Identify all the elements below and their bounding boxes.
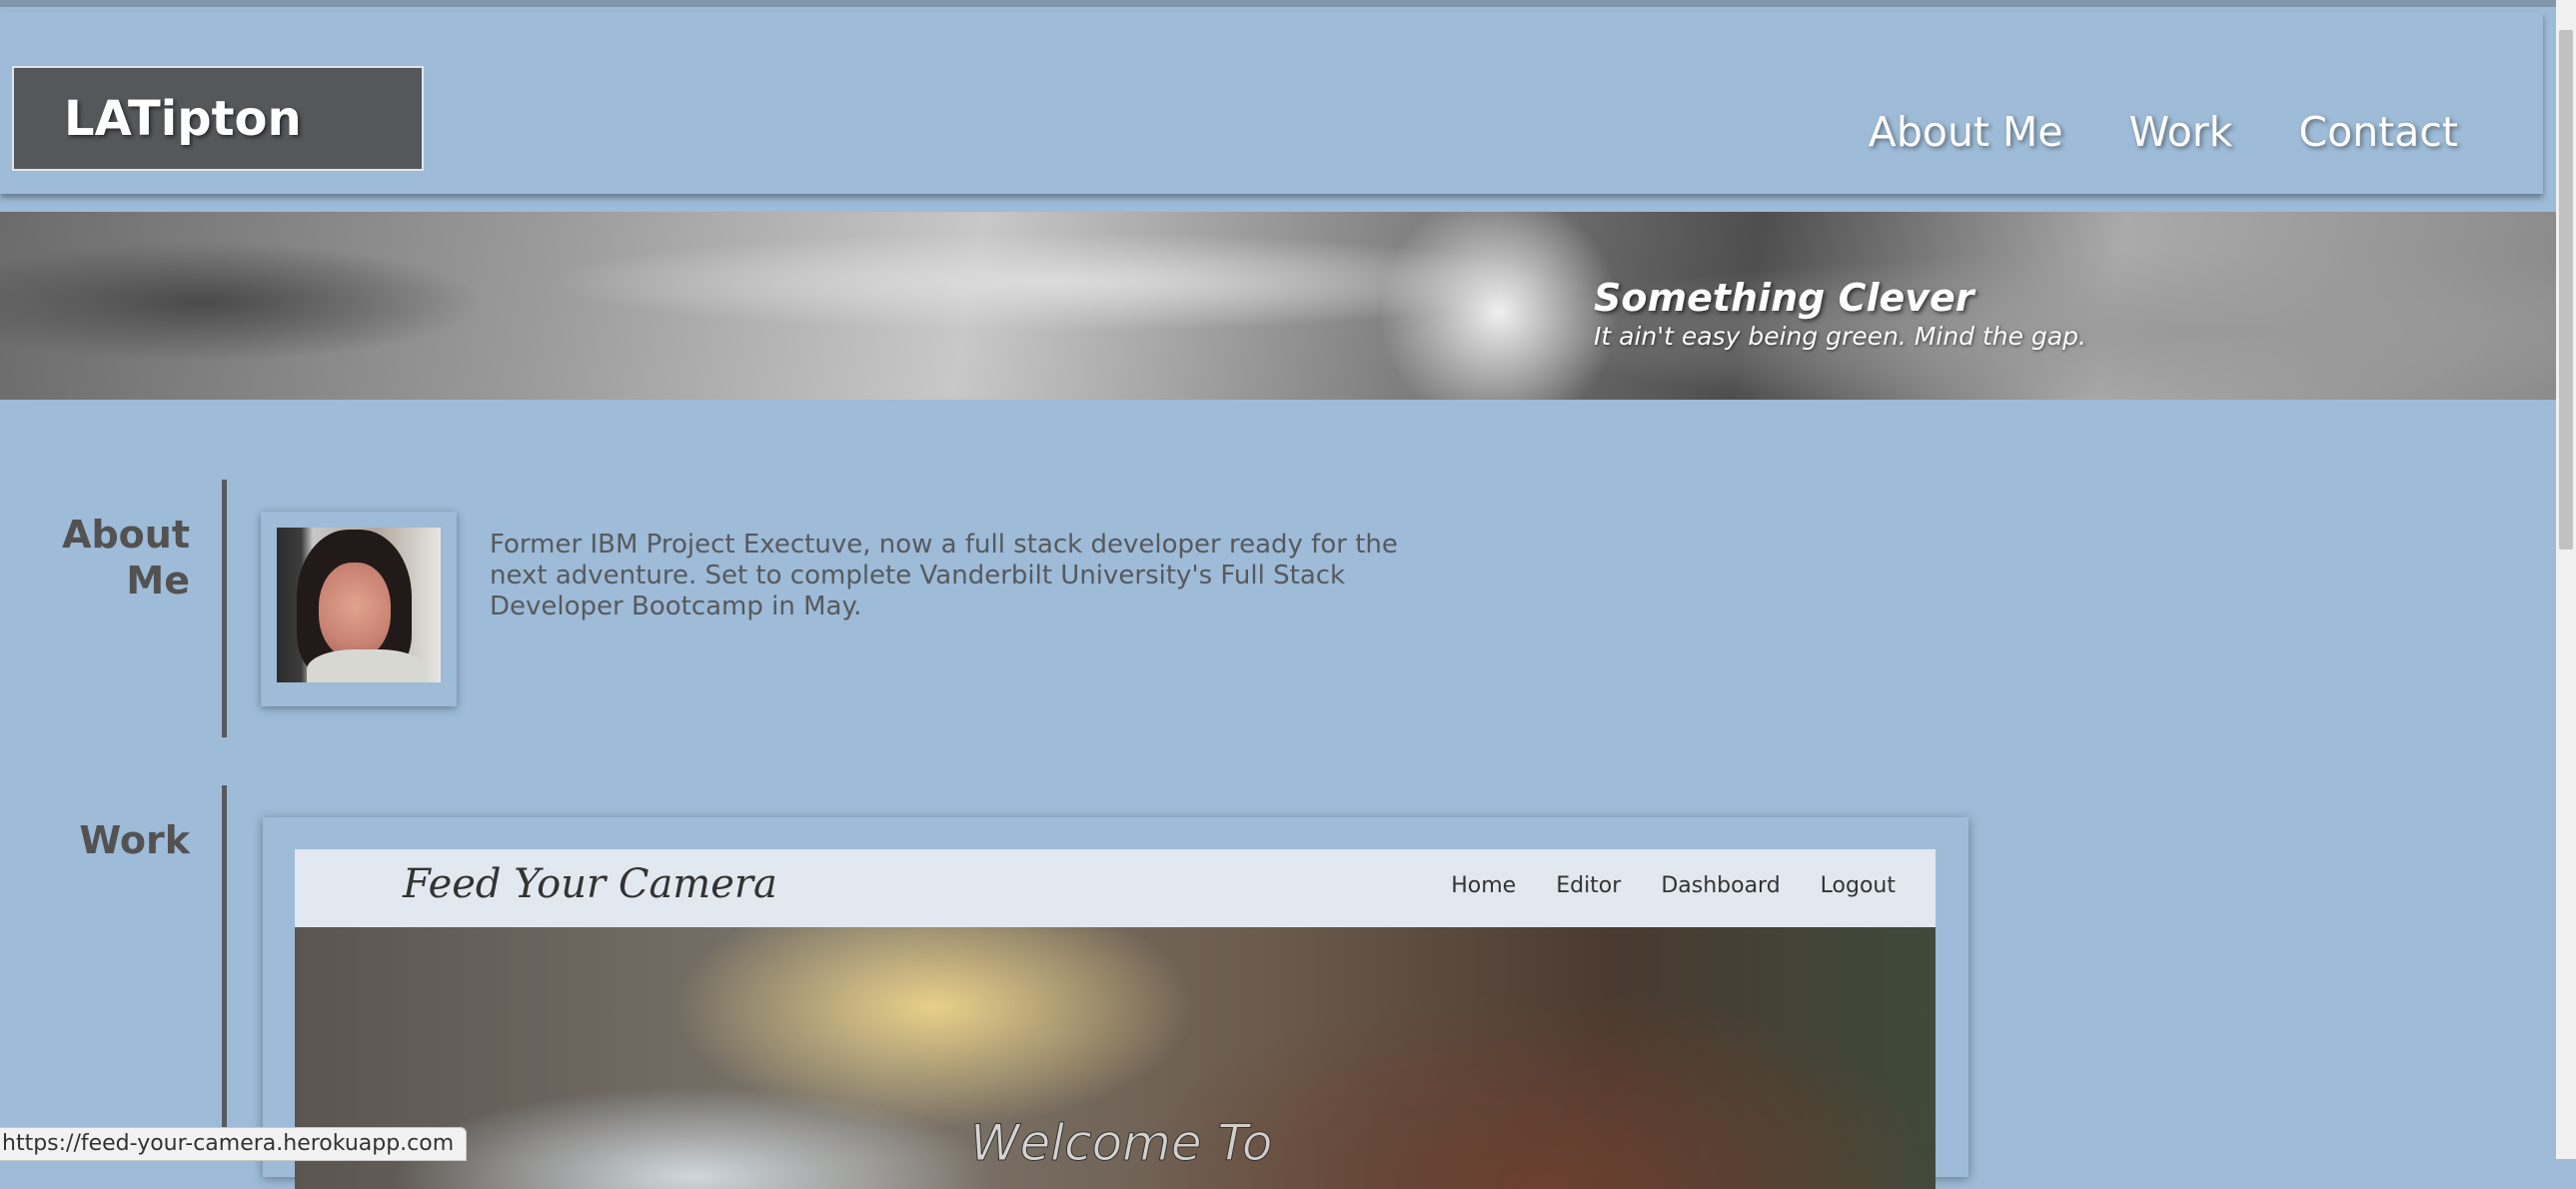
link-status-bar: https://feed-your-camera.herokuapp.com <box>0 1127 468 1161</box>
work-divider <box>222 785 227 1159</box>
scrollbar-thumb[interactable] <box>2559 30 2573 550</box>
site-logo[interactable]: LATipton <box>12 66 424 171</box>
window-top-border <box>0 0 2556 7</box>
about-heading-line1: About <box>62 513 190 557</box>
nav-contact[interactable]: Contact <box>2298 108 2458 156</box>
work-project-card[interactable]: Feed Your Camera Home Editor Dashboard L… <box>263 817 1968 1189</box>
about-description: Former IBM Project Exectuve, now a full … <box>490 530 1398 621</box>
profile-photo <box>277 528 441 682</box>
main-nav: About Me Work Contact <box>1869 108 2458 156</box>
hero-banner: Something Clever It ain't easy being gre… <box>0 212 2560 400</box>
preview-navbar: Feed Your Camera Home Editor Dashboard L… <box>295 849 1935 927</box>
about-section-heading: About Me <box>0 512 190 603</box>
hero-subtitle: It ain't easy being green. Mind the gap. <box>1594 322 2086 351</box>
preview-link-dashboard: Dashboard <box>1661 873 1781 898</box>
project-screenshot[interactable]: Feed Your Camera Home Editor Dashboard L… <box>295 849 1935 1189</box>
page-scrollbar[interactable] <box>2556 0 2576 1159</box>
preview-brand: Feed Your Camera <box>403 861 777 907</box>
photo-shirt <box>307 649 427 682</box>
nav-work[interactable]: Work <box>2129 108 2233 156</box>
about-divider <box>222 480 227 737</box>
about-heading-line2: Me <box>126 559 190 602</box>
preview-link-editor: Editor <box>1556 873 1622 898</box>
site-header: LATipton About Me Work Contact <box>0 12 2543 194</box>
work-section-heading: Work <box>79 818 190 862</box>
preview-link-logout: Logout <box>1820 873 1896 898</box>
preview-link-home: Home <box>1451 873 1517 898</box>
preview-welcome-text: Welcome To <box>970 1114 1273 1173</box>
nav-about-me[interactable]: About Me <box>1869 108 2063 156</box>
preview-nav-links: Home Editor Dashboard Logout <box>1451 873 1896 898</box>
hero-title: Something Clever <box>1594 276 1974 320</box>
photo-face <box>319 563 391 658</box>
profile-photo-frame <box>261 512 457 706</box>
preview-food-photo: Welcome To <box>295 927 1935 1189</box>
